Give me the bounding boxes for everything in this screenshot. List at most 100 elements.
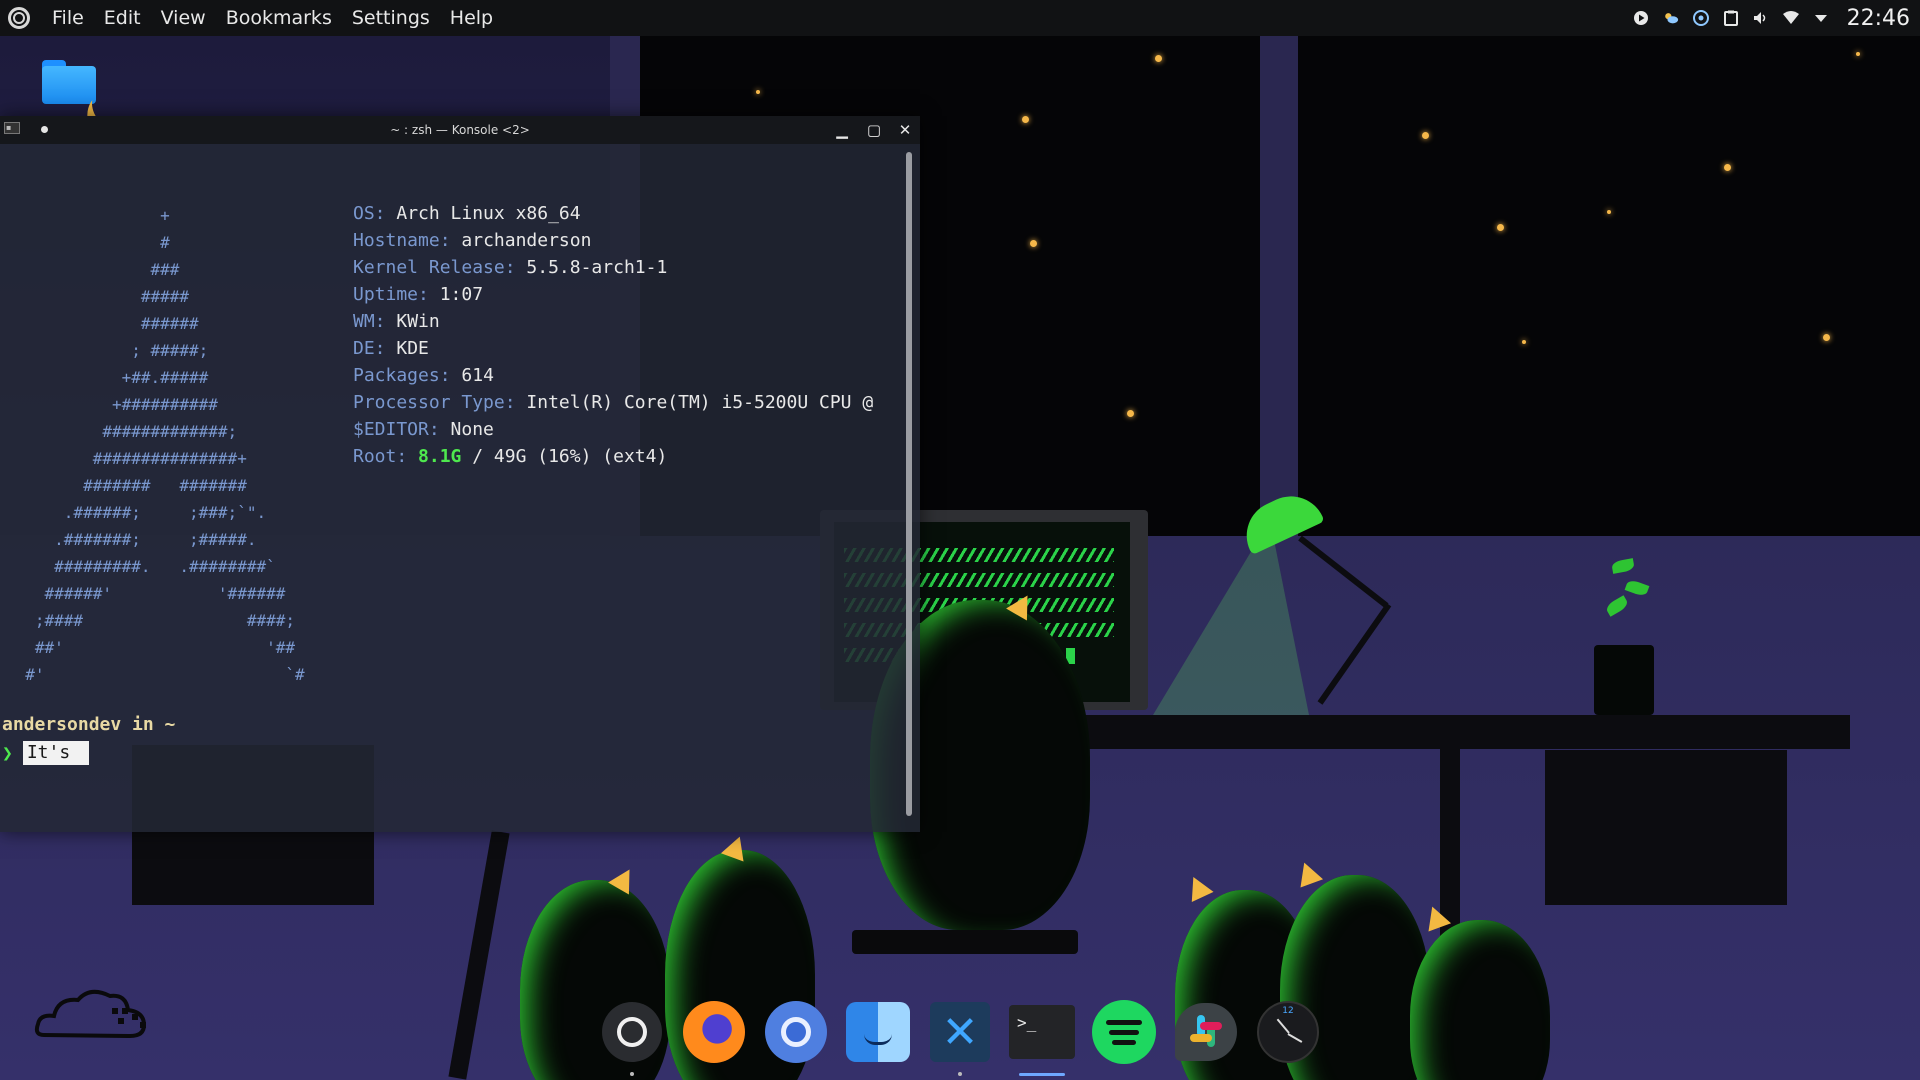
expand-tray-icon[interactable] — [1813, 10, 1829, 26]
info-row-uptime: Uptime: 1:07 — [353, 281, 873, 308]
finder-icon — [846, 1002, 910, 1062]
info-key: Packages: — [353, 365, 451, 386]
minimize-button[interactable]: ▁ — [832, 120, 852, 140]
info-value: Arch Linux x86_64 — [396, 203, 581, 224]
info-value: 1:07 — [439, 284, 484, 305]
star — [1497, 224, 1504, 231]
chromium-icon — [765, 1001, 827, 1063]
info-key: Root: — [353, 446, 408, 467]
close-button[interactable]: ✕ — [895, 120, 915, 140]
menu-bookmarks[interactable]: Bookmarks — [216, 0, 342, 36]
spotify-wave — [1106, 1019, 1142, 1025]
prompt-user-line: andersondev in ~ — [2, 714, 176, 735]
dock-kde-launcher[interactable] — [596, 996, 668, 1076]
menu-settings[interactable]: Settings — [342, 0, 440, 36]
desk-drawer — [1545, 750, 1787, 905]
info-key: Kernel Release: — [353, 257, 516, 278]
spotify-wave — [1112, 1039, 1136, 1045]
terminal-area[interactable]: + # ### ##### ###### ; #####; +##.##### … — [0, 144, 920, 832]
clock-icon: 12 — [1257, 1001, 1319, 1063]
menu-file[interactable]: File — [42, 0, 94, 36]
system-info: OS: Arch Linux x86_64 Hostname: archande… — [353, 200, 873, 470]
star — [1724, 164, 1731, 171]
info-key: Hostname: — [353, 230, 451, 251]
info-key: Processor Type: — [353, 392, 516, 413]
menu-view[interactable]: View — [151, 0, 216, 36]
window-title: ~ : zsh — Konsole <2> — [390, 123, 530, 137]
info-row-hostname: Hostname: archanderson — [353, 227, 873, 254]
info-row-os: OS: Arch Linux x86_64 — [353, 200, 873, 227]
panel-clock[interactable]: 22:46 — [1847, 6, 1910, 31]
chair-seat — [852, 930, 1078, 954]
info-key: $EDITOR: — [353, 419, 440, 440]
dock-firefox[interactable] — [678, 996, 750, 1068]
slack-bar — [1190, 1034, 1212, 1042]
clipboard-icon[interactable] — [1723, 10, 1739, 26]
info-row-root: Root: 8.1G / 49G (16%) (ext4) — [353, 443, 873, 470]
info-key: DE: — [353, 338, 386, 359]
plant-pot — [1594, 645, 1654, 715]
info-value: Intel(R) Core(TM) i5-5200U CPU @ — [526, 392, 874, 413]
info-row-processor: Processor Type: Intel(R) Core(TM) i5-520… — [353, 389, 873, 416]
info-value: KDE — [396, 338, 429, 359]
top-panel: File Edit View Bookmarks Settings Help 2… — [0, 0, 1920, 36]
star — [1022, 116, 1029, 123]
terminal-scrollbar[interactable] — [906, 152, 912, 816]
menu-edit[interactable]: Edit — [94, 0, 151, 36]
command-input[interactable]: It's — [22, 741, 89, 765]
star — [1856, 52, 1860, 56]
dock-slack[interactable] — [1170, 996, 1242, 1068]
info-row-packages: Packages: 614 — [353, 362, 873, 389]
wallpaper-desk — [1080, 715, 1850, 749]
info-row-kernel: Kernel Release: 5.5.8-arch1-1 — [353, 254, 873, 281]
steam-icon[interactable] — [1692, 10, 1709, 26]
dock-spotify[interactable] — [1088, 996, 1160, 1068]
cloud-logo-icon — [34, 989, 147, 1039]
info-key: Uptime: — [353, 284, 429, 305]
wifi-icon[interactable] — [1782, 10, 1799, 26]
info-value: None — [450, 419, 494, 440]
window-titlebar[interactable]: ▪ ~ : zsh — Konsole <2> ▁ ▢ ✕ — [0, 116, 920, 144]
info-value: KWin — [396, 311, 440, 332]
dock-clock[interactable]: 12 — [1252, 996, 1324, 1068]
lamp-light-beam — [1150, 520, 1310, 720]
info-row-de: DE: KDE — [353, 335, 873, 362]
dock-finder[interactable] — [842, 996, 914, 1068]
info-key: OS: — [353, 203, 386, 224]
info-value: archanderson — [461, 230, 592, 251]
star — [1823, 334, 1830, 341]
info-row-wm: WM: KWin — [353, 308, 873, 335]
media-play-icon[interactable] — [1633, 10, 1649, 26]
dock-terminal[interactable]: >_ — [1006, 996, 1078, 1076]
volume-icon[interactable] — [1753, 10, 1769, 26]
clock-number: 12 — [1282, 1006, 1294, 1016]
firefox-icon — [683, 1001, 745, 1063]
dock-active-indicator — [1019, 1073, 1065, 1076]
spotify-icon — [1092, 1000, 1156, 1064]
weather-icon[interactable] — [1663, 10, 1679, 26]
arch-ascii-logo: + # ### ##### ###### ; #####; +##.##### … — [25, 206, 305, 684]
dock-indicator — [958, 1072, 962, 1076]
star — [1522, 340, 1526, 344]
dock-vscode[interactable]: ✕ — [924, 996, 996, 1076]
star — [1422, 132, 1429, 139]
menu-help[interactable]: Help — [440, 0, 503, 36]
star — [756, 90, 760, 94]
info-value: 614 — [461, 365, 494, 386]
system-tray: 22:46 — [1633, 0, 1920, 36]
folder-body — [42, 66, 96, 104]
vscode-icon: ✕ — [930, 1002, 990, 1062]
prompt-line: ❯ It's — [2, 741, 89, 765]
info-value: 5.5.8-arch1-1 — [526, 257, 668, 278]
konsole-window[interactable]: ▪ ~ : zsh — Konsole <2> ▁ ▢ ✕ + # ### ##… — [0, 116, 920, 832]
dock-chromium[interactable] — [760, 996, 832, 1068]
maximize-button[interactable]: ▢ — [864, 120, 884, 140]
desktop-folder-icon[interactable] — [42, 60, 96, 104]
star — [1155, 55, 1162, 62]
dock: ✕ >_ 12 — [596, 996, 1324, 1076]
root-used: 8.1G — [418, 446, 462, 467]
star — [1127, 410, 1134, 417]
slack-icon — [1175, 1003, 1237, 1061]
application-launcher-icon[interactable] — [8, 7, 30, 29]
slack-bar — [1200, 1022, 1222, 1030]
